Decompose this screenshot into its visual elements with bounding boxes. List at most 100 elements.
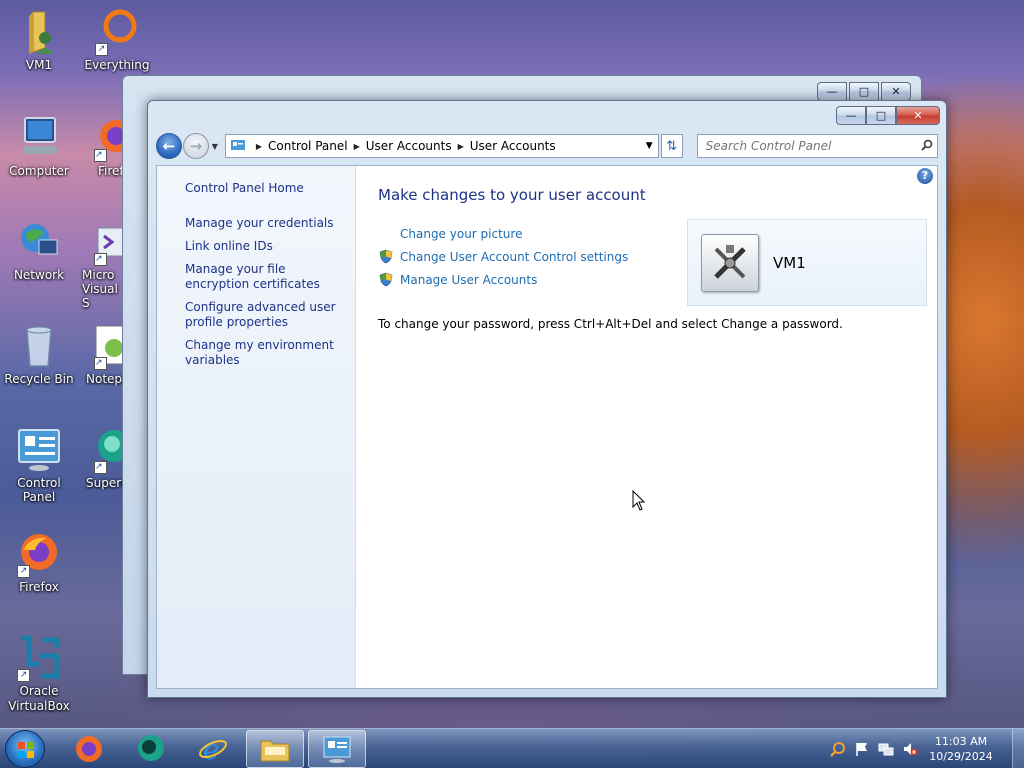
control-panel-home-link[interactable]: Control Panel Home <box>185 181 345 196</box>
breadcrumb-separator-icon[interactable]: ▶ <box>458 142 464 151</box>
task-label[interactable]: Change your picture <box>400 227 522 241</box>
change-environment-variables-link[interactable]: Change my environment variables <box>185 338 345 368</box>
chat-app-icon <box>138 735 164 761</box>
manage-credentials-link[interactable]: Manage your credentials <box>185 216 345 231</box>
desktop-icon-notepad-partial[interactable]: ↗ Notepa <box>78 322 122 386</box>
control-panel-icon <box>323 736 351 763</box>
page-title: Make changes to your user account <box>378 186 646 204</box>
desktop-icon-label: Oracle VirtualBox <box>8 684 70 713</box>
search-tray-icon[interactable] <box>828 739 848 759</box>
firefox-icon <box>76 736 102 762</box>
user-folder-icon <box>15 8 63 56</box>
everything-icon: ↗ <box>93 8 141 56</box>
show-desktop-button[interactable] <box>1012 729 1024 768</box>
breadcrumb-user-accounts[interactable]: User Accounts <box>366 139 452 153</box>
breadcrumb-user-accounts-current[interactable]: User Accounts <box>470 139 556 153</box>
user-account-tile: VM1 <box>687 219 927 306</box>
tasks-pane: Control Panel Home Manage your credentia… <box>157 166 356 688</box>
visual-studio-icon: ↗ <box>92 218 122 266</box>
app-icon: ↗ <box>92 426 122 474</box>
recent-pages-dropdown[interactable]: ▼ <box>209 142 221 151</box>
action-center-flag-icon[interactable] <box>852 739 872 759</box>
desktop-icon-firefox[interactable]: ↗ Firefox <box>0 530 78 594</box>
close-button[interactable]: ✕ <box>881 82 911 101</box>
svg-text:e: e <box>203 734 220 764</box>
taskbar-file-explorer[interactable] <box>246 730 304 768</box>
clock-date: 10/29/2024 <box>929 750 993 763</box>
volume-muted-icon[interactable] <box>900 739 920 759</box>
search-box[interactable] <box>696 134 939 158</box>
shortcut-arrow-icon: ↗ <box>94 149 107 162</box>
user-picture[interactable] <box>701 233 759 292</box>
desktop-icon-network[interactable]: Network <box>0 218 78 282</box>
start-button[interactable] <box>5 730 45 768</box>
desktop-icon-label: Everything <box>84 58 150 72</box>
clock-time: 11:03 AM <box>934 735 988 748</box>
taskbar-app[interactable] <box>122 730 180 768</box>
search-input[interactable] <box>705 139 918 153</box>
background-window-caption-buttons: — □ ✕ <box>817 82 911 101</box>
taskbar-control-panel[interactable] <box>308 730 366 768</box>
shortcut-arrow-icon: ↗ <box>94 253 107 266</box>
firefox-icon: ↗ <box>92 114 122 162</box>
task-label[interactable]: Manage User Accounts <box>400 273 537 287</box>
notepad-icon: ↗ <box>92 322 122 370</box>
caption-buttons: — □ ✕ <box>836 106 940 125</box>
close-button[interactable]: ✕ <box>896 106 940 125</box>
desktop-icon-computer[interactable]: Computer <box>0 114 78 178</box>
shortcut-arrow-icon: ↗ <box>95 43 108 56</box>
uac-shield-icon <box>378 249 394 264</box>
desktop-icon-vm1[interactable]: VM1 <box>0 8 78 72</box>
network-tray-icon[interactable] <box>876 739 896 759</box>
shortcut-arrow-icon: ↗ <box>94 357 107 370</box>
configure-profile-properties-link[interactable]: Configure advanced user profile properti… <box>185 300 345 330</box>
desktop-icon-supernote-partial[interactable]: ↗ Supern <box>78 426 122 490</box>
search-icon[interactable] <box>917 139 937 154</box>
navigation-bar: ← → ▼ ▶ Control Panel ▶ User Accounts ▶ … <box>156 133 939 159</box>
shortcut-arrow-icon: ↗ <box>17 669 30 682</box>
back-button[interactable]: ← <box>156 133 182 159</box>
address-dropdown-icon[interactable]: ▼ <box>639 141 658 151</box>
manage-encryption-certificates-link[interactable]: Manage your file encryption certificates <box>185 262 345 292</box>
password-instruction: To change your password, press Ctrl+Alt+… <box>378 317 843 331</box>
desktop-icon-label: VM1 <box>25 58 53 72</box>
shortcut-arrow-icon: ↗ <box>94 461 107 474</box>
task-label[interactable]: Change User Account Control settings <box>400 250 628 264</box>
internet-explorer-icon: e <box>199 734 227 764</box>
control-panel-icon <box>230 138 246 154</box>
breadcrumb-control-panel[interactable]: Control Panel <box>268 139 348 153</box>
desktop-icon-virtualbox[interactable]: ↗ Oracle VirtualBox <box>0 634 78 714</box>
desktop-icon-label: Computer <box>9 164 69 178</box>
minimize-button[interactable]: — <box>817 82 847 101</box>
desktop-icon-control-panel[interactable]: Control Panel <box>0 426 78 504</box>
shortcut-arrow-icon: ↗ <box>17 565 30 578</box>
forward-button[interactable]: → <box>182 133 209 159</box>
maximize-button[interactable]: □ <box>849 82 879 101</box>
breadcrumb-separator-icon: ▶ <box>255 141 262 151</box>
help-icon[interactable]: ? <box>917 168 933 184</box>
user-name: VM1 <box>773 253 806 272</box>
taskbar-internet-explorer[interactable]: e <box>184 730 242 768</box>
refresh-button[interactable]: ⇅ <box>660 134 683 158</box>
computer-icon <box>15 114 63 162</box>
folder-icon <box>260 740 290 762</box>
link-online-ids-link[interactable]: Link online IDs <box>185 239 345 254</box>
desktop-icon-label: Firef <box>98 164 122 178</box>
breadcrumb-separator-icon[interactable]: ▶ <box>354 142 360 151</box>
minimize-button[interactable]: — <box>836 106 866 125</box>
desktop-icon-visual-studio-partial[interactable]: ↗ Micro Visual S <box>78 218 122 310</box>
taskbar-firefox[interactable] <box>60 730 118 768</box>
main-pane: ? Make changes to your user account Chan… <box>356 166 937 688</box>
desktop-icon-label: Control Panel <box>17 476 61 504</box>
recycle-bin-icon <box>15 322 63 370</box>
clock[interactable]: 11:03 AM 10/29/2024 <box>924 734 998 764</box>
desktop-icon-everything[interactable]: ↗ Everything <box>78 8 156 72</box>
desktop-icon-recycle-bin[interactable]: Recycle Bin <box>0 322 78 386</box>
taskbar: e 11:03 AM 10/29/2024 <box>0 728 1024 768</box>
desktop-icon-label: Micro Visual S <box>82 268 118 310</box>
maximize-button[interactable]: □ <box>866 106 896 125</box>
mouse-cursor-icon <box>632 489 646 515</box>
desktop-icon-firefox-partial[interactable]: ↗ Firef <box>78 114 122 178</box>
address-bar[interactable]: ▶ Control Panel ▶ User Accounts ▶ User A… <box>224 134 659 158</box>
content-area: Control Panel Home Manage your credentia… <box>156 165 938 689</box>
